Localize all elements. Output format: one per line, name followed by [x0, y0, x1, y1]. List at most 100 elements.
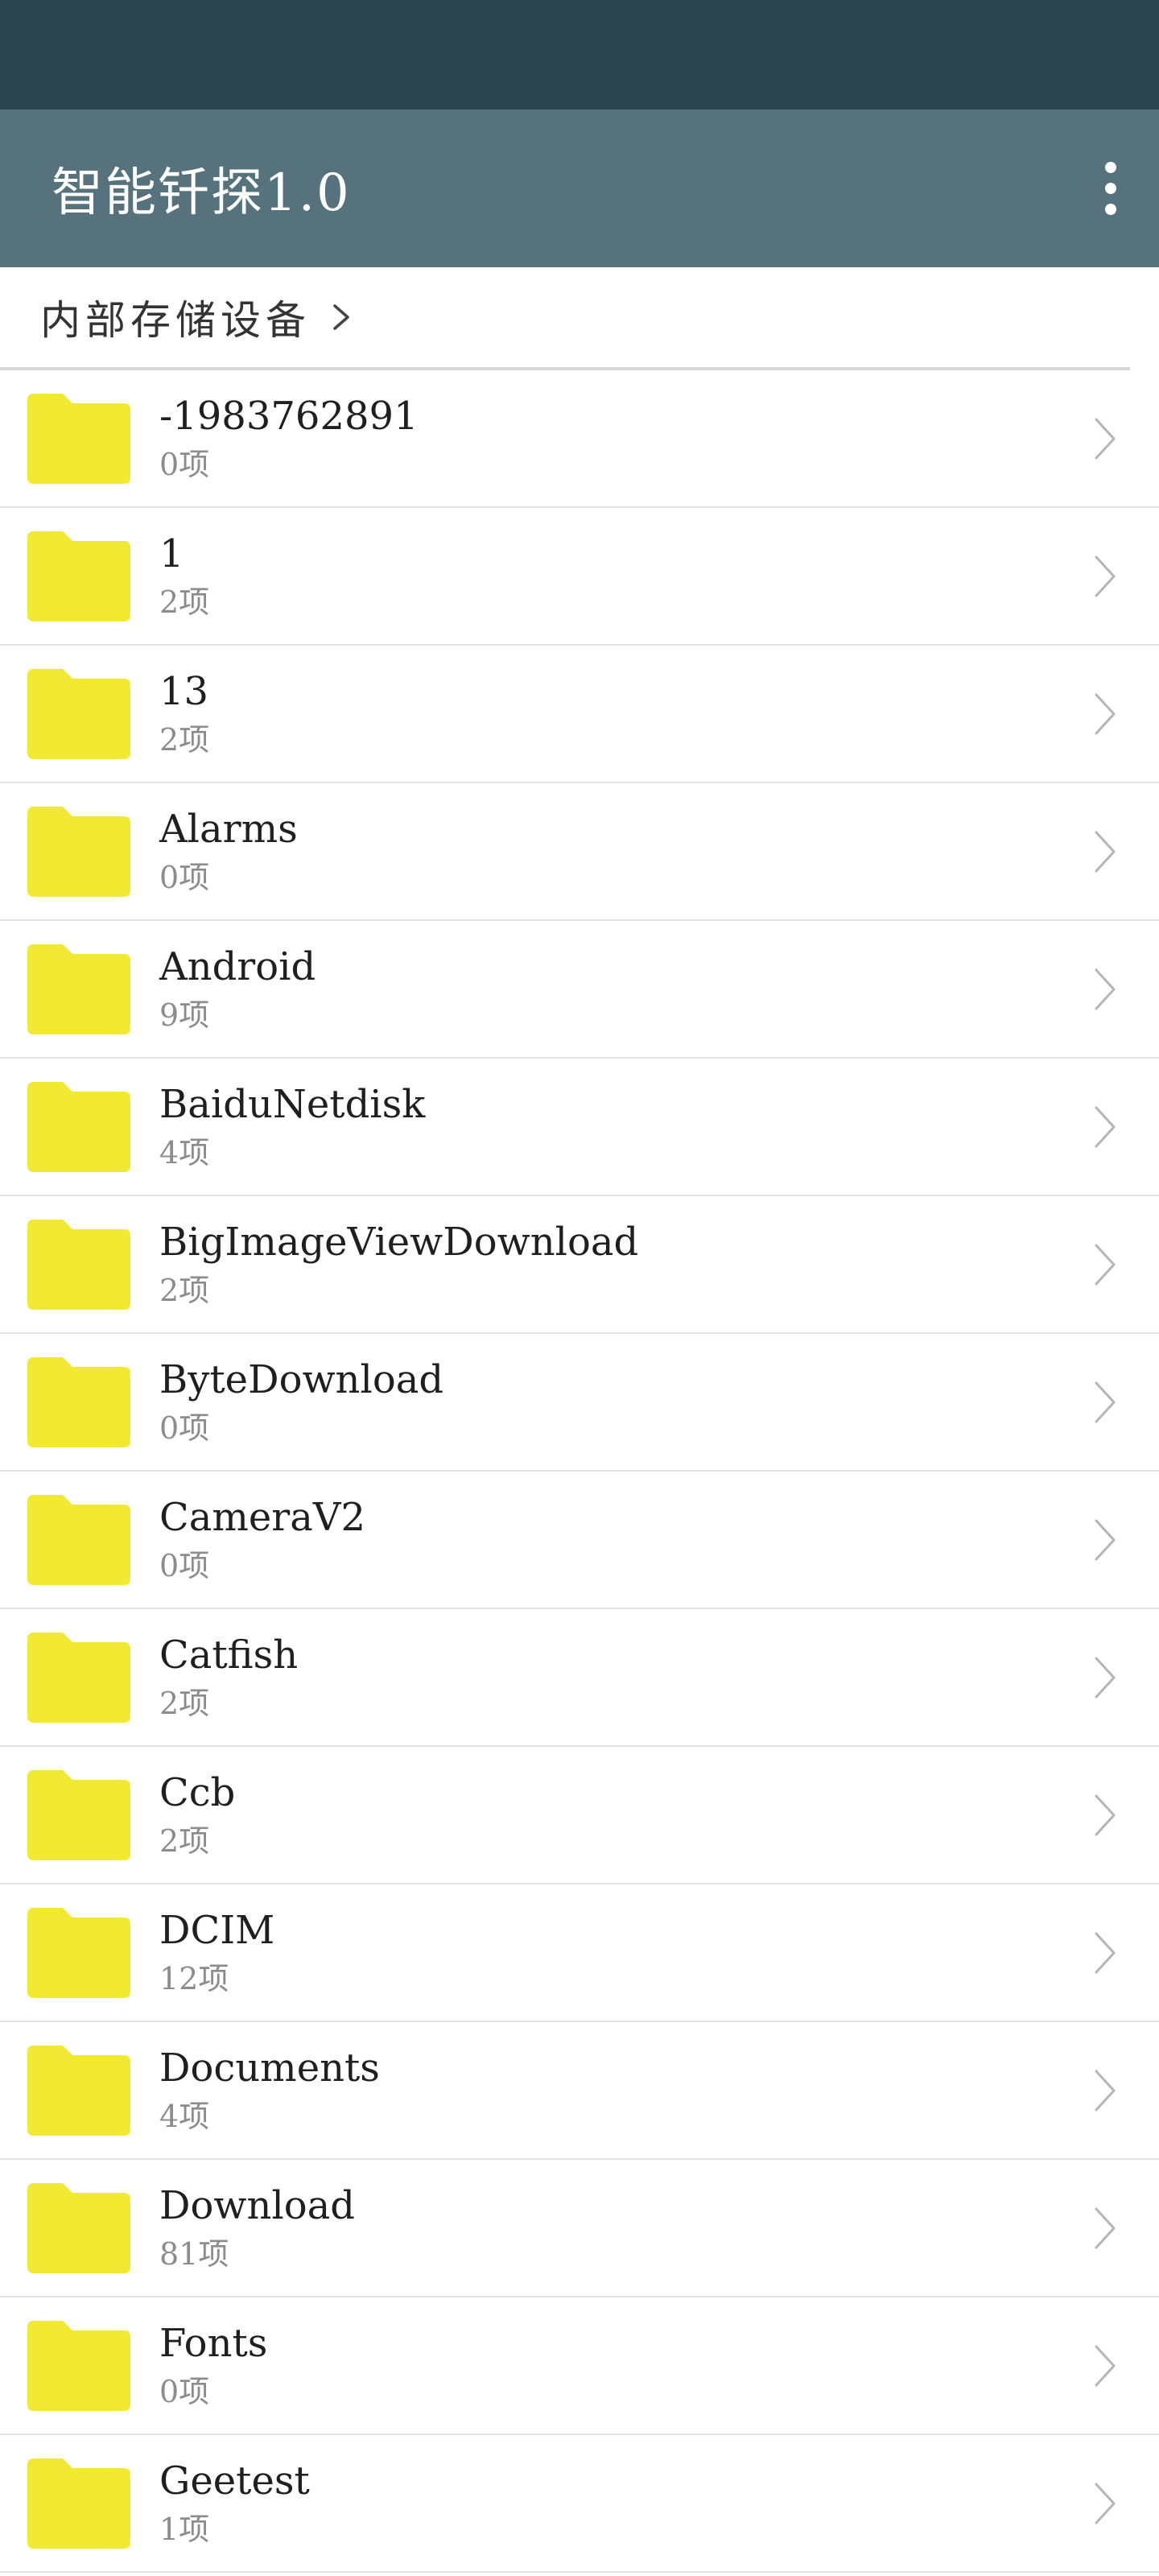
chevron-right-icon [1095, 1106, 1116, 1147]
list-item-folder[interactable]: BigImageViewDownload 2项 [0, 1196, 1159, 1334]
file-item-count: 9项 [159, 997, 210, 1033]
file-name: 13 [159, 668, 209, 714]
file-info: CameraV2 0项 [159, 1493, 365, 1587]
file-name: CameraV2 [159, 1494, 366, 1540]
list-item-folder[interactable]: Documents 4项 [0, 2022, 1159, 2160]
folder-icon [27, 2458, 130, 2549]
file-item-count: 4项 [159, 1134, 210, 1170]
list-item-folder[interactable]: CameraV2 0项 [0, 1472, 1159, 1609]
chevron-right-icon [1095, 2207, 1116, 2248]
file-item-count: 0项 [159, 1410, 210, 1446]
chevron-right-icon [1095, 968, 1116, 1009]
folder-icon [27, 1632, 130, 1723]
folder-icon [27, 1081, 130, 1172]
chevron-right-icon [1095, 1244, 1116, 1285]
chevron-right-icon [1095, 831, 1116, 872]
file-info: DCIM 12项 [159, 1906, 274, 2000]
chevron-right-icon [1095, 1381, 1116, 1422]
file-info: 1 2项 [159, 530, 209, 623]
file-item-count: 81项 [159, 2235, 229, 2272]
file-name: Ccb [159, 1769, 236, 1815]
file-name: BigImageViewDownload [159, 1219, 639, 1265]
breadcrumb-item-internal-storage[interactable]: 内部存储设备 [40, 288, 311, 346]
file-item-count: 2项 [159, 1685, 210, 1721]
file-info: Ccb 2项 [159, 1769, 235, 1862]
file-item-count: 0项 [159, 446, 210, 482]
file-info: ByteDownload 0项 [159, 1356, 443, 1449]
chevron-right-icon [1095, 1519, 1116, 1560]
folder-icon [27, 2045, 130, 2136]
chevron-right-icon [1095, 1657, 1116, 1698]
file-info: Download 81项 [159, 2182, 355, 2275]
chevron-right-icon [1095, 693, 1116, 734]
file-name: Android [159, 943, 316, 989]
folder-icon [27, 806, 130, 897]
file-info: Geetest 1项 [159, 2457, 310, 2550]
file-name: DCIM [159, 1907, 275, 1953]
list-item-folder[interactable]: Geetest 1项 [0, 2435, 1159, 2573]
file-info: Fonts 0项 [159, 2319, 267, 2413]
breadcrumb: 内部存储设备 [0, 267, 1130, 370]
file-item-count: 2项 [159, 1823, 210, 1859]
file-item-count: 1项 [159, 2511, 210, 2547]
folder-icon [27, 1219, 130, 1310]
file-item-count: 12项 [159, 1960, 229, 1996]
folder-icon [27, 2182, 130, 2273]
folder-icon [27, 393, 130, 484]
file-info: Android 9项 [159, 943, 316, 1036]
list-item-folder[interactable]: 13 2项 [0, 646, 1159, 783]
file-item-count: 2项 [159, 721, 210, 758]
file-item-count: 2项 [159, 1272, 210, 1308]
list-item-folder[interactable]: Android 9项 [0, 921, 1159, 1059]
file-item-count: 4项 [159, 2098, 210, 2134]
app-title: 智能钎探1.0 [52, 163, 351, 223]
more-vert-icon-dot [1105, 204, 1116, 215]
chevron-right-icon [330, 301, 362, 333]
file-name: ByteDownload [159, 1356, 444, 1402]
list-item-folder[interactable]: 1 2项 [0, 508, 1159, 646]
file-name: Download [159, 2182, 355, 2228]
folder-icon [27, 530, 130, 621]
list-item-folder[interactable]: Fonts 0项 [0, 2297, 1159, 2435]
file-info: Catfish 2项 [159, 1631, 298, 1724]
file-item-count: 2项 [159, 584, 210, 620]
file-item-count: 0项 [159, 859, 210, 895]
list-item-folder[interactable]: Catfish 2项 [0, 1609, 1159, 1747]
file-name: Documents [159, 2045, 380, 2091]
file-name: Alarms [159, 806, 298, 852]
file-info: BaiduNetdisk 4项 [159, 1080, 425, 1174]
file-item-count: 0项 [159, 1547, 210, 1583]
list-item-folder[interactable]: BaiduNetdisk 4项 [0, 1059, 1159, 1196]
file-name: Fonts [159, 2320, 268, 2366]
app-toolbar: 智能钎探1.0 [0, 109, 1159, 267]
file-name: 1 [159, 530, 184, 576]
folder-icon [27, 943, 130, 1034]
file-name: Geetest [159, 2458, 310, 2504]
file-info: BigImageViewDownload 2项 [159, 1218, 638, 1311]
chevron-right-icon [1095, 2070, 1116, 2111]
status-bar [0, 0, 1159, 109]
chevron-right-icon [1095, 1794, 1116, 1835]
list-item-folder[interactable]: DCIM 12项 [0, 1885, 1159, 2022]
folder-icon [27, 1356, 130, 1447]
list-item-folder[interactable]: -1983762891 0项 [0, 370, 1159, 508]
file-info: -1983762891 0项 [159, 392, 419, 485]
more-vert-icon [1105, 162, 1116, 173]
overflow-menu-button[interactable] [1062, 109, 1159, 267]
folder-icon [27, 1494, 130, 1585]
file-info: 13 2项 [159, 667, 209, 761]
list-item-folder[interactable]: Ccb 2项 [0, 1747, 1159, 1885]
file-list: -1983762891 0项 1 2项 13 2项 Alarms 0项 Andr… [0, 370, 1159, 2573]
chevron-right-icon [1095, 1932, 1116, 1973]
file-name: BaiduNetdisk [159, 1081, 426, 1127]
list-item-folder[interactable]: Alarms 0项 [0, 783, 1159, 921]
list-item-folder[interactable]: ByteDownload 0项 [0, 1334, 1159, 1472]
folder-icon [27, 668, 130, 759]
folder-icon [27, 1769, 130, 1860]
chevron-right-icon [1095, 2345, 1116, 2386]
list-item-folder[interactable]: Download 81项 [0, 2160, 1159, 2297]
file-item-count: 0项 [159, 2373, 210, 2409]
chevron-right-icon [1095, 2483, 1116, 2524]
folder-icon [27, 1907, 130, 1998]
file-name: -1983762891 [159, 393, 419, 439]
